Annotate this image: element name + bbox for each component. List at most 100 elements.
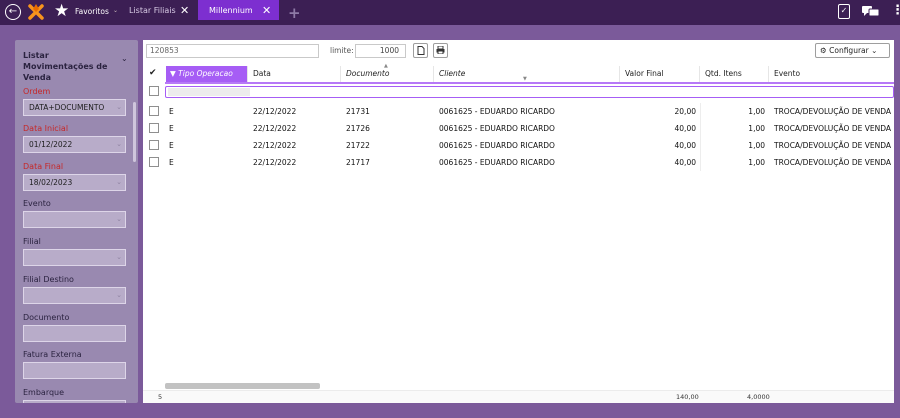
filter-row[interactable] (165, 86, 894, 98)
column-header-tipo-operacao[interactable]: ▼ Tipo Operacao (166, 66, 248, 82)
close-tab-icon[interactable]: ✕ (180, 4, 189, 17)
cell-data: 22/12/2022 (253, 141, 297, 150)
cell-documento: 21722 (346, 141, 370, 150)
limite-value: 1000 (379, 46, 399, 55)
table-row[interactable]: E 22/12/2022 21726 0061625 - EDUARDO RIC… (143, 120, 894, 137)
panel-scrollbar[interactable] (133, 102, 136, 162)
sort-asc-icon: ▲ (384, 63, 388, 69)
cell-data: 22/12/2022 (253, 107, 297, 116)
data-inicial-field[interactable]: 01/12/2022 ⌄ (23, 136, 126, 153)
limite-input[interactable]: 1000 (355, 44, 406, 58)
cell-tipo-operacao: E (169, 158, 174, 167)
chevron-down-icon: ⌄ (116, 253, 122, 261)
cell-cliente: 0061625 - EDUARDO RICARDO (439, 158, 555, 167)
printer-icon (436, 45, 445, 55)
results-panel: 120853 limite: 1000 ⚙ Configurar ⌄ ✔ ▼ T… (143, 40, 894, 403)
top-bar: ← ★ Favoritos ⌄ Listar Filiais ✕ Millenn… (0, 0, 900, 25)
cell-valor-final: 40,00 (674, 124, 696, 133)
column-header-qtd-itens[interactable]: Qtd. Itens (701, 66, 769, 82)
favorites-menu[interactable]: Favoritos (75, 7, 109, 16)
documento-label: Documento (23, 313, 70, 322)
row-checkbox[interactable] (149, 123, 159, 133)
add-tab-icon[interactable]: + (288, 6, 301, 21)
ordem-select[interactable]: DATA+DOCUMENTO ⌄ (23, 99, 126, 116)
collapse-panel-icon[interactable]: ⌄ (121, 54, 128, 63)
column-title: Data (253, 69, 271, 78)
cell-valor-final: 40,00 (674, 141, 696, 150)
search-value: 120853 (150, 46, 179, 55)
back-icon[interactable]: ← (5, 4, 21, 20)
column-title: Tipo Operacao (178, 69, 233, 78)
column-title: Cliente (439, 69, 466, 78)
table-footer: 5 140,00 4,0000 (143, 390, 894, 403)
favorites-star-icon[interactable]: ★ (54, 1, 69, 21)
filter-tipo-operacao-input[interactable] (168, 88, 250, 96)
cell-qtd-itens: 1,00 (748, 107, 765, 116)
column-header-cliente[interactable]: Cliente (435, 66, 620, 82)
cell-valor-final: 20,00 (674, 107, 696, 116)
cell-tipo-operacao: E (169, 124, 174, 133)
embarque-label: Embarque (23, 388, 65, 397)
header-divider (165, 82, 894, 84)
clipboard-check-icon[interactable]: ✓ (838, 4, 850, 19)
cell-documento: 21717 (346, 158, 370, 167)
close-tab-icon[interactable]: ✕ (262, 4, 271, 17)
data-final-value: 18/02/2023 (29, 178, 73, 187)
filter-panel: Listar Movimentações de Venda ⌄ Ordem DA… (15, 40, 138, 403)
tab-millennium-label[interactable]: Millennium (209, 6, 253, 15)
print-button[interactable] (433, 43, 448, 58)
embarque-input[interactable] (23, 400, 126, 403)
filter-panel-title: Listar Movimentações de Venda (23, 51, 108, 82)
filter-row-checkbox[interactable] (149, 86, 159, 96)
column-title: Evento (774, 69, 801, 78)
cell-cliente: 0061625 - EDUARDO RICARDO (439, 141, 555, 150)
documento-input[interactable] (23, 325, 126, 342)
filial-destino-select[interactable]: ⌄ (23, 287, 126, 304)
search-input[interactable]: 120853 (146, 44, 319, 58)
filter-icon: ▼ (170, 69, 176, 78)
row-checkbox[interactable] (149, 157, 159, 167)
cell-qtd-itens: 1,00 (748, 141, 765, 150)
cell-valor-final: 40,00 (674, 158, 696, 167)
footer-row-count: 5 (158, 393, 163, 401)
cell-evento: TROCA/DEVOLUÇÃO DE VENDA (774, 107, 891, 116)
footer-valor-total: 140,00 (676, 393, 699, 401)
chevron-down-icon: ⌄ (116, 215, 122, 223)
filial-select[interactable]: ⌄ (23, 249, 126, 266)
cell-tipo-operacao: E (169, 141, 174, 150)
column-header-data[interactable]: Data (249, 66, 341, 82)
column-header-evento[interactable]: Evento (770, 66, 894, 82)
filial-label: Filial (23, 237, 41, 246)
horizontal-scrollbar[interactable] (165, 383, 320, 389)
configure-button[interactable]: ⚙ Configurar ⌄ (815, 43, 890, 58)
column-title: Qtd. Itens (705, 69, 742, 78)
table-row[interactable]: E 22/12/2022 21722 0061625 - EDUARDO RIC… (143, 137, 894, 154)
data-final-field[interactable]: 18/02/2023 ⌄ (23, 174, 126, 191)
column-header-valor-final[interactable]: Valor Final (621, 66, 700, 82)
data-final-label: Data Final (23, 162, 64, 171)
column-header-documento[interactable]: Documento (342, 66, 434, 82)
row-checkbox[interactable] (149, 140, 159, 150)
select-all-checkmark-icon[interactable]: ✔ (149, 68, 157, 78)
tab-listar-filiais[interactable]: Listar Filiais (129, 6, 176, 15)
cell-documento: 21726 (346, 124, 370, 133)
evento-label: Evento (23, 199, 51, 208)
cell-data: 22/12/2022 (253, 158, 297, 167)
row-checkbox[interactable] (149, 106, 159, 116)
cell-qtd-itens: 1,00 (748, 124, 765, 133)
export-button[interactable] (413, 43, 428, 58)
fatura-externa-input[interactable] (23, 362, 126, 379)
cell-evento: TROCA/DEVOLUÇÃO DE VENDA (774, 158, 891, 167)
filial-destino-label: Filial Destino (23, 275, 74, 284)
chat-icon[interactable] (862, 6, 879, 17)
more-options-icon[interactable]: ⋮ (891, 4, 900, 18)
column-title: Valor Final (625, 69, 664, 78)
table-row[interactable]: E 22/12/2022 21731 0061625 - EDUARDO RIC… (143, 103, 894, 120)
evento-select[interactable]: ⌄ (23, 211, 126, 228)
table-row[interactable]: E 22/12/2022 21717 0061625 - EDUARDO RIC… (143, 154, 894, 171)
column-title: Documento (346, 69, 390, 78)
chevron-down-icon: ⌄ (116, 291, 122, 299)
chevron-down-icon: ⌄ (116, 103, 122, 111)
ordem-label: Ordem (23, 87, 51, 96)
app-logo-icon[interactable] (27, 3, 45, 21)
